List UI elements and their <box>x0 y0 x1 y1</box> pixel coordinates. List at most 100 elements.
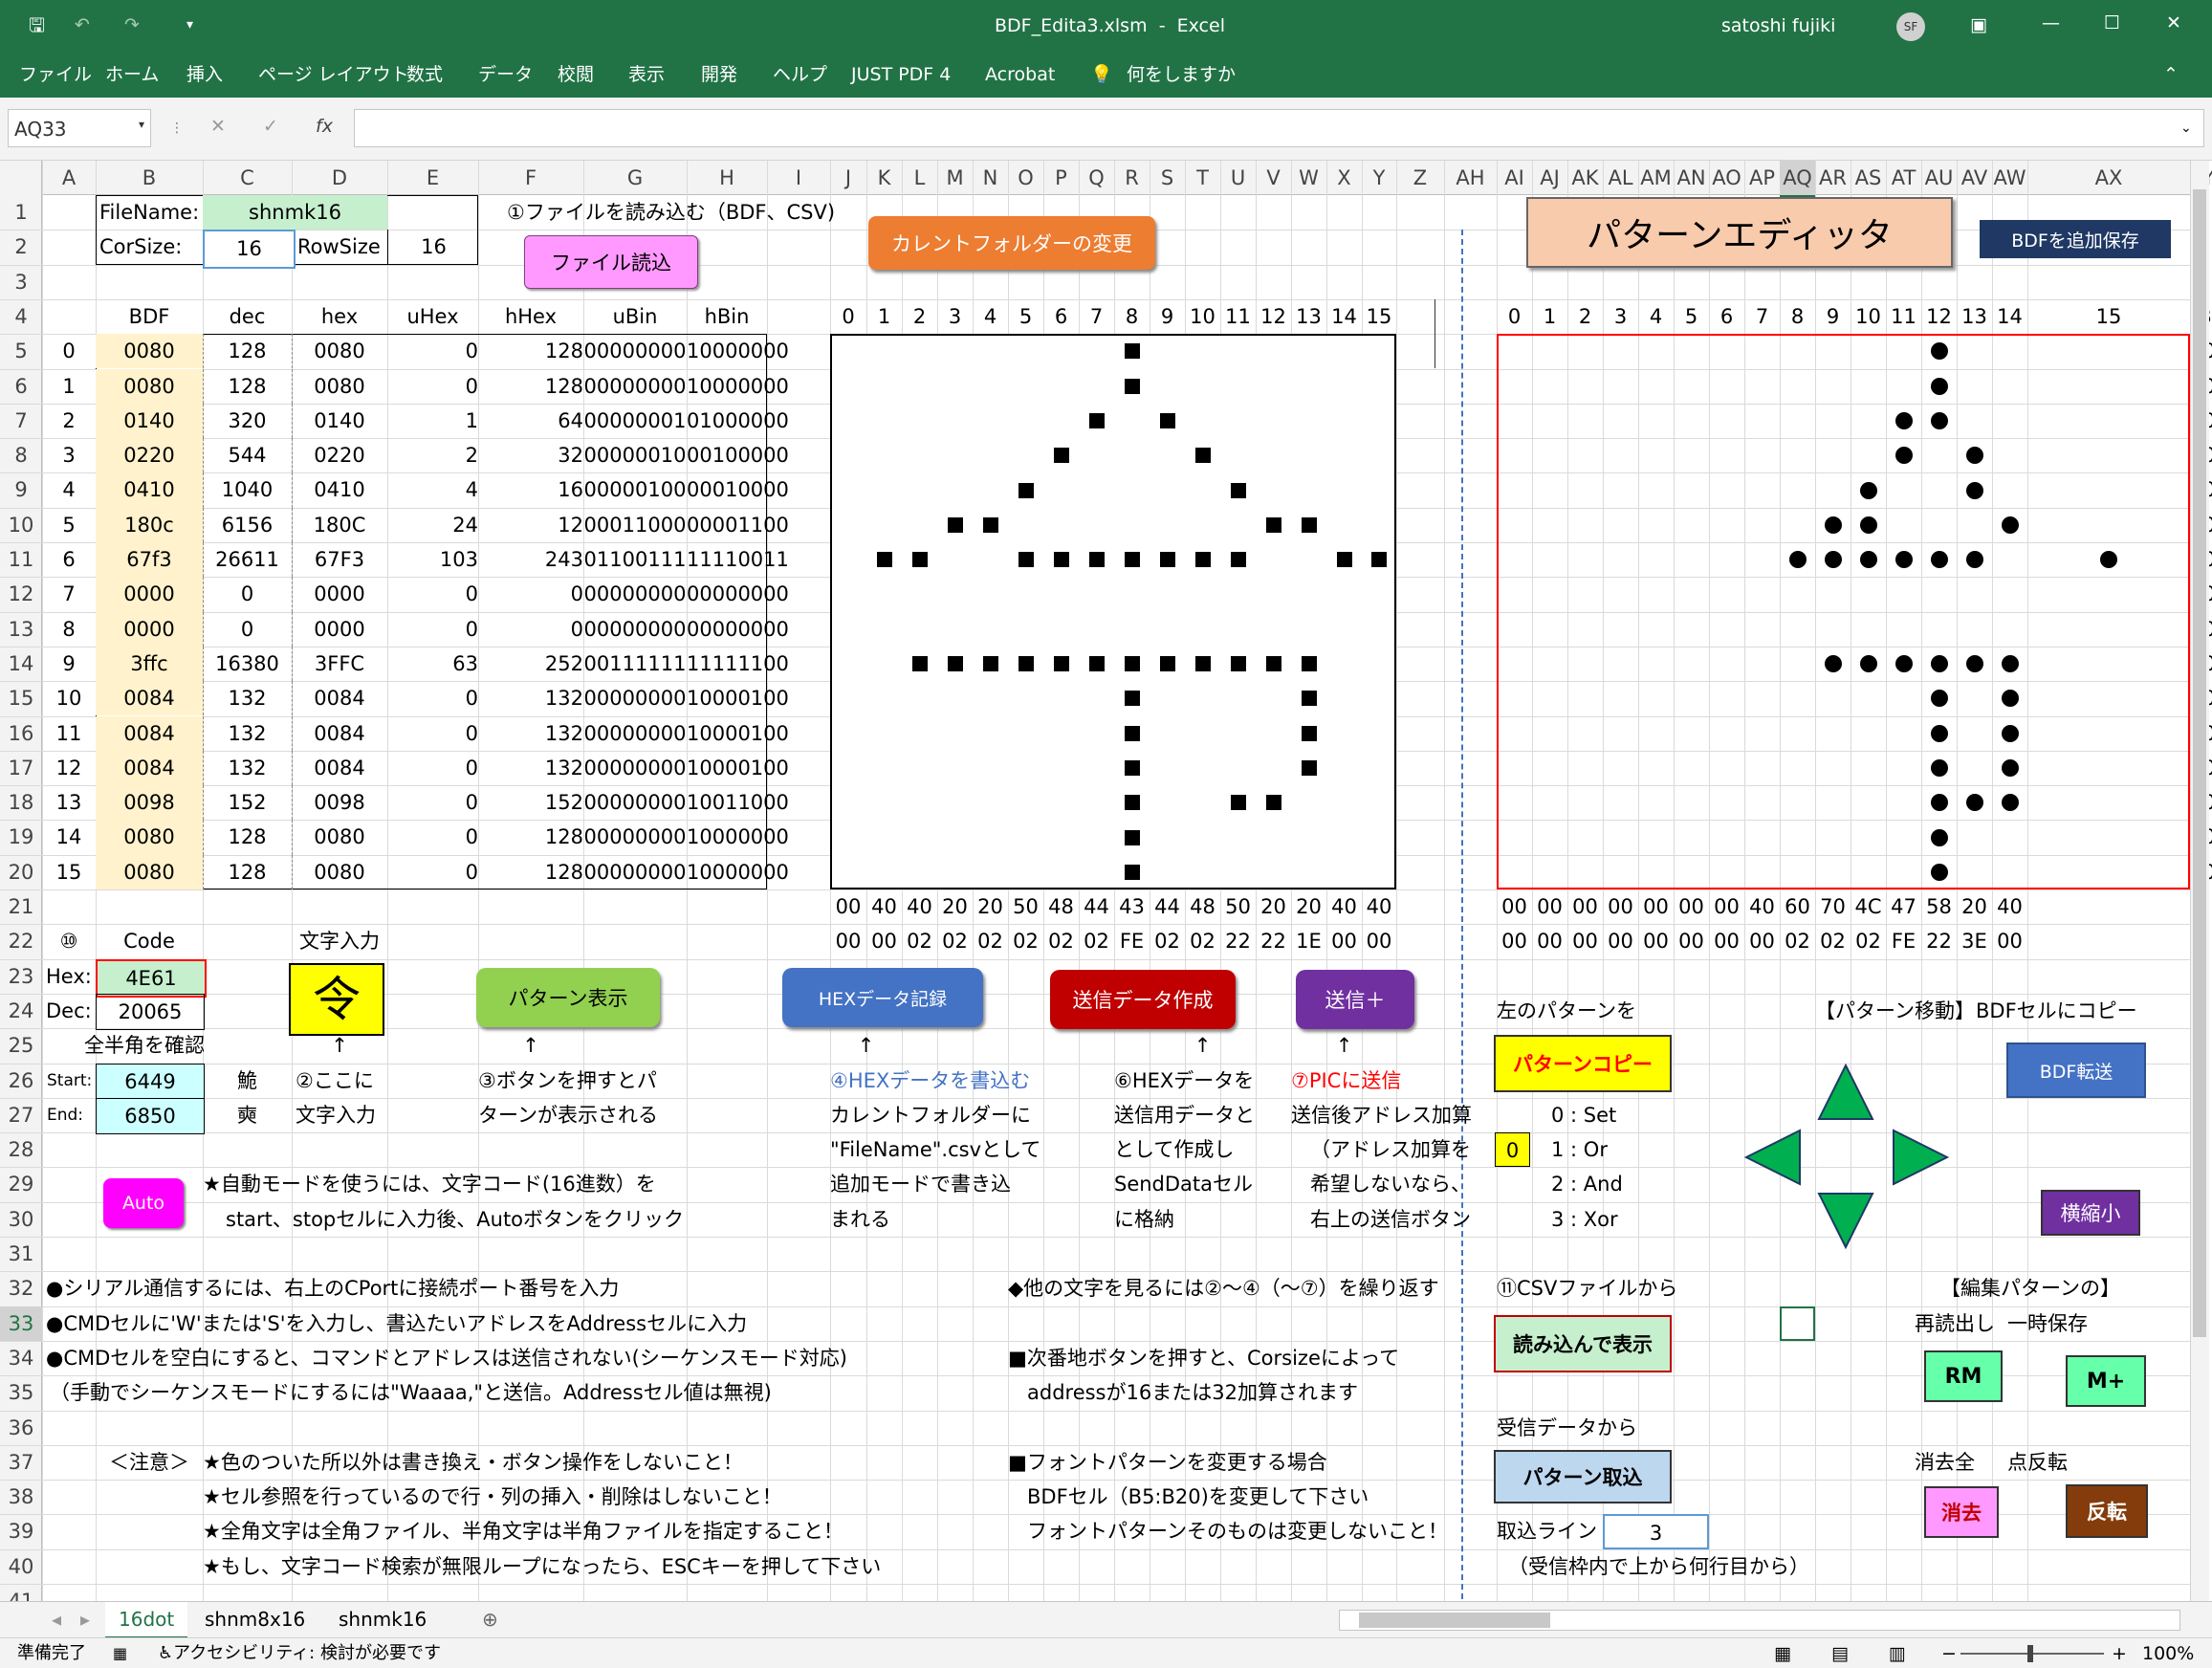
bdf-cell[interactable]: 0080 <box>96 368 204 404</box>
column-header[interactable]: AH <box>1444 161 1497 195</box>
tab-insert[interactable]: 挿入 <box>186 63 223 86</box>
pixel-square[interactable] <box>1301 691 1317 707</box>
row-header[interactable]: 23 <box>0 959 42 994</box>
active-cell[interactable] <box>1780 1306 1815 1341</box>
pixel-square[interactable] <box>982 656 998 672</box>
invert-button[interactable]: 反転 <box>2066 1484 2148 1538</box>
bdf-cell[interactable]: 0410 <box>96 472 204 508</box>
pixel-square[interactable] <box>1018 656 1034 672</box>
tab-acrobat[interactable]: Acrobat <box>985 63 1055 86</box>
tell-me-search[interactable]: 何をしますか <box>1127 63 1236 86</box>
pixel-dot[interactable] <box>1859 481 1877 499</box>
pixel-square[interactable] <box>1230 656 1246 672</box>
pixel-dot[interactable] <box>1930 655 1948 673</box>
column-header[interactable]: G <box>583 161 687 195</box>
row-header[interactable]: 13 <box>0 612 42 647</box>
column-header[interactable]: I <box>767 161 830 195</box>
row-header[interactable]: 3 <box>0 265 42 299</box>
pixel-square[interactable] <box>1124 552 1140 568</box>
pixel-square[interactable] <box>911 552 928 568</box>
rowsize-value[interactable]: 16 <box>387 230 479 265</box>
row-header[interactable]: 2 <box>0 230 42 264</box>
pixel-square[interactable] <box>1301 656 1317 672</box>
bdf-cell[interactable]: 0084 <box>96 750 204 786</box>
row-header[interactable]: 15 <box>0 681 42 715</box>
row-header[interactable]: 33 <box>0 1306 42 1341</box>
row-header[interactable]: 20 <box>0 855 42 889</box>
column-header[interactable]: M <box>937 161 973 195</box>
undo-icon[interactable]: ↶ <box>75 13 90 36</box>
row-header[interactable]: 26 <box>0 1064 42 1098</box>
row-header[interactable]: 30 <box>0 1202 42 1237</box>
column-header[interactable]: Y <box>1362 161 1396 195</box>
move-down-arrow-icon[interactable] <box>1815 1190 1876 1251</box>
row-header[interactable]: 39 <box>0 1514 42 1548</box>
start-value[interactable]: 6449 <box>96 1063 205 1100</box>
row-header[interactable]: 36 <box>0 1411 42 1445</box>
end-value[interactable]: 6850 <box>96 1097 205 1135</box>
column-header[interactable]: S <box>1150 161 1185 195</box>
pixel-dot[interactable] <box>1930 828 1948 846</box>
pixel-square[interactable] <box>1265 656 1281 672</box>
cancel-icon[interactable]: ✕ <box>210 115 226 138</box>
row-header[interactable]: 27 <box>0 1098 42 1132</box>
send-plus-button[interactable]: 送信＋ <box>1296 970 1414 1029</box>
pixel-dot[interactable] <box>1965 447 1983 465</box>
pixel-square[interactable] <box>1088 412 1105 428</box>
name-box[interactable]: AQ33 ▾ <box>8 109 151 147</box>
pixel-square[interactable] <box>1230 795 1246 811</box>
row-header[interactable]: 10 <box>0 508 42 542</box>
tab-home[interactable]: ホーム <box>105 63 159 86</box>
rm-button[interactable]: RM <box>1924 1350 2003 1402</box>
column-header[interactable]: D <box>292 161 387 195</box>
column-header[interactable]: V <box>1256 161 1291 195</box>
bdf-cell[interactable]: 0080 <box>96 820 204 855</box>
pixel-dot[interactable] <box>1930 724 1948 742</box>
row-header[interactable]: 25 <box>0 1028 42 1063</box>
scroll-thumb[interactable] <box>2193 189 2206 1337</box>
column-header[interactable]: B <box>96 161 203 195</box>
pixel-dot[interactable] <box>1824 551 1842 569</box>
maximize-icon[interactable]: ☐ <box>2104 11 2120 34</box>
macro-record-icon[interactable]: ▦ <box>113 1642 127 1665</box>
avatar[interactable]: SF <box>1896 12 1925 41</box>
pixel-square[interactable] <box>1053 656 1069 672</box>
column-header[interactable]: T <box>1185 161 1220 195</box>
tab-review[interactable]: 校閲 <box>558 63 594 86</box>
dec-code-value[interactable]: 20065 <box>96 993 205 1031</box>
bdf-cell[interactable]: 0080 <box>96 334 204 369</box>
accessibility-status[interactable]: ♿アクセシビリティ: 検討が必要です <box>158 1642 441 1665</box>
fx-icon[interactable]: fx <box>316 115 333 138</box>
pixel-square[interactable] <box>876 552 892 568</box>
change-folder-button[interactable]: カレントフォルダーの変更 <box>868 216 1155 270</box>
save-icon[interactable]: 🖫 <box>29 13 45 36</box>
column-header[interactable]: H <box>687 161 767 195</box>
bdf-cell[interactable]: 0140 <box>96 403 204 439</box>
editor-title[interactable]: パターンエディッタ <box>1526 197 1953 268</box>
pixel-dot[interactable] <box>1894 551 1913 569</box>
page-break-icon[interactable]: ▥ <box>1889 1642 1906 1665</box>
column-header[interactable]: AV <box>1957 161 1992 195</box>
pixel-dot[interactable] <box>1930 794 1948 812</box>
column-header[interactable]: N <box>973 161 1008 195</box>
pixel-square[interactable] <box>1018 552 1034 568</box>
pixel-square[interactable] <box>1301 516 1317 533</box>
pixel-square[interactable] <box>982 516 998 533</box>
pixel-square[interactable] <box>1301 759 1317 776</box>
row-header[interactable]: 16 <box>0 716 42 751</box>
pixel-square[interactable] <box>1301 725 1317 741</box>
pixel-dot[interactable] <box>1930 690 1948 708</box>
pixel-dot[interactable] <box>1930 758 1948 777</box>
mplus-button[interactable]: M+ <box>2066 1355 2146 1407</box>
sheet-tab-shnm8x16[interactable]: shnm8x16 <box>191 1602 318 1636</box>
bdf-save-button[interactable]: BDFを追加保存 <box>1980 220 2171 258</box>
row-header[interactable]: 38 <box>0 1480 42 1514</box>
column-header[interactable]: X <box>1326 161 1362 195</box>
pixel-dot[interactable] <box>1824 516 1842 534</box>
pixel-square[interactable] <box>1053 448 1069 464</box>
pixel-square[interactable] <box>947 656 963 672</box>
pixel-square[interactable] <box>1194 448 1211 464</box>
pixel-square[interactable] <box>1194 656 1211 672</box>
row-header[interactable]: 37 <box>0 1445 42 1480</box>
zoom-out-icon[interactable]: − <box>1941 1642 1957 1665</box>
